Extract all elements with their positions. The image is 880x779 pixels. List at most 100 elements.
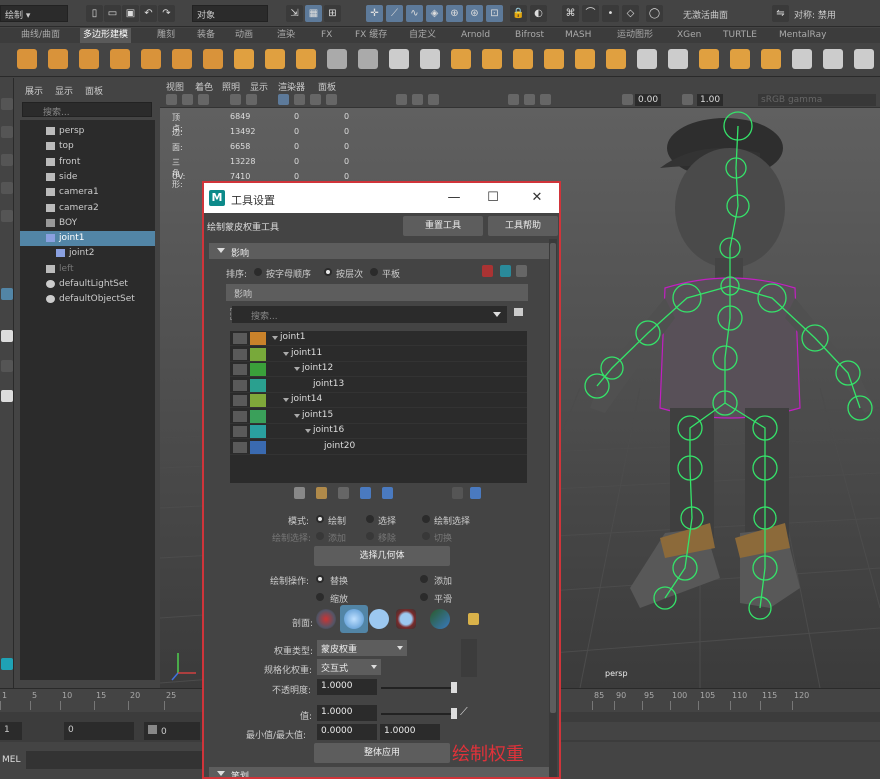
- outliner-menu-display[interactable]: 展示: [25, 84, 43, 97]
- poly-cylinder-icon[interactable]: [79, 49, 99, 69]
- influence-section-header[interactable]: 影响: [209, 243, 549, 259]
- image-plane-icon[interactable]: [230, 94, 241, 105]
- radio-button[interactable]: [316, 575, 324, 583]
- antialias-icon[interactable]: [540, 94, 551, 105]
- snap-view-icon[interactable]: ◇: [622, 5, 639, 22]
- image-brush-icon[interactable]: [430, 609, 450, 629]
- boolean-icon[interactable]: [699, 49, 719, 69]
- cleanup-icon[interactable]: [358, 49, 378, 69]
- min-value-field[interactable]: 0.0000: [317, 724, 377, 740]
- shelf-tab[interactable]: Arnold: [458, 28, 493, 43]
- shelf-tab[interactable]: FX: [318, 28, 335, 43]
- paint-weights-tool-icon[interactable]: [1, 288, 13, 300]
- influence-color-swatch[interactable]: [250, 394, 266, 407]
- lasso-tool-icon[interactable]: [1, 126, 13, 138]
- outliner-item[interactable]: left: [20, 262, 155, 277]
- visibility-eye-icon[interactable]: [233, 348, 247, 360]
- radio-button[interactable]: [316, 515, 324, 523]
- influence-row[interactable]: joint20: [230, 440, 527, 455]
- tree-view-icon[interactable]: [470, 487, 481, 499]
- scrollbar-thumb[interactable]: [550, 243, 556, 713]
- snap-grid-icon[interactable]: ⌘: [562, 5, 579, 22]
- influence-color-swatch[interactable]: [250, 409, 266, 423]
- square-brush-icon[interactable]: [396, 609, 416, 629]
- reset-tool-button[interactable]: 重置工具: [403, 216, 483, 236]
- smooth-shade-icon[interactable]: [294, 94, 305, 105]
- radio-button[interactable]: [324, 268, 332, 276]
- select-deform-icon[interactable]: ⊕: [446, 5, 463, 22]
- outliner-item[interactable]: persp: [20, 124, 155, 139]
- snap-live-icon[interactable]: ◯: [646, 5, 663, 22]
- folder-icon[interactable]: [468, 613, 479, 625]
- live-surface-label[interactable]: 无激活曲面: [683, 8, 728, 21]
- target-weld-icon[interactable]: [823, 49, 843, 69]
- influence-color-swatch[interactable]: [250, 332, 266, 345]
- highlight-icon[interactable]: ◐: [530, 5, 547, 22]
- shelf-tab[interactable]: 雕刻: [154, 28, 178, 43]
- layout-icon[interactable]: [1, 390, 13, 402]
- bevel-icon[interactable]: [513, 49, 533, 69]
- show-influences-icon[interactable]: [382, 487, 393, 499]
- shelf-tab[interactable]: 曲线/曲面: [18, 28, 63, 43]
- move-weights-icon[interactable]: [360, 487, 371, 499]
- expand-arrow-icon[interactable]: [272, 336, 278, 340]
- xray-icon[interactable]: [412, 94, 423, 105]
- influence-row[interactable]: joint13: [230, 378, 527, 393]
- pin-icon[interactable]: [514, 308, 523, 316]
- camera-attributes-icon[interactable]: [182, 94, 193, 105]
- radio-button[interactable]: [366, 532, 374, 540]
- outliner-menu-show[interactable]: 显示: [55, 84, 73, 97]
- visibility-eye-icon[interactable]: [233, 333, 247, 344]
- flood-button[interactable]: 整体应用: [314, 743, 450, 763]
- expand-arrow-icon[interactable]: [283, 351, 289, 356]
- solid-brush-icon[interactable]: [369, 609, 389, 629]
- object-mode-icon[interactable]: ▦: [305, 5, 322, 22]
- select-surface-icon[interactable]: ◈: [426, 5, 443, 22]
- exposure-icon[interactable]: [622, 94, 633, 105]
- copy-weights-icon[interactable]: [294, 487, 305, 499]
- outliner-item[interactable]: defaultLightSet: [20, 277, 155, 292]
- shelf-tab[interactable]: Bifrost: [512, 28, 547, 43]
- four-view-icon[interactable]: [1, 360, 13, 372]
- snap-curve-icon[interactable]: ⌒: [582, 5, 599, 22]
- shelf-tab[interactable]: 自定义: [406, 28, 439, 43]
- eyedropper-icon[interactable]: ⟋: [460, 705, 468, 719]
- value-slider-thumb[interactable]: [451, 708, 457, 719]
- influence-search-input[interactable]: 搜索...: [232, 306, 507, 323]
- weight-hammer-icon[interactable]: [338, 487, 349, 499]
- start-frame-field[interactable]: 1: [0, 722, 22, 740]
- influence-row[interactable]: joint14: [230, 393, 527, 408]
- normalize-dropdown[interactable]: 交互式: [317, 659, 381, 675]
- value-slider[interactable]: [381, 713, 457, 715]
- smooth-icon[interactable]: [482, 49, 502, 69]
- radio-button[interactable]: [316, 593, 324, 601]
- append-icon[interactable]: [606, 49, 626, 69]
- visibility-eye-icon[interactable]: [233, 426, 247, 437]
- influence-row[interactable]: joint16: [230, 424, 527, 439]
- shelf-tab[interactable]: 多边形建模: [80, 28, 132, 43]
- stroke-section-header[interactable]: 笔划: [209, 767, 549, 777]
- influence-row[interactable]: joint12: [230, 362, 527, 377]
- select-tool-icon[interactable]: [1, 98, 13, 110]
- influence-color-icon[interactable]: [482, 265, 493, 277]
- influence-color-swatch[interactable]: [250, 440, 266, 454]
- visibility-eye-icon[interactable]: [233, 410, 247, 422]
- lights-icon[interactable]: [326, 94, 337, 105]
- outliner-item[interactable]: front: [20, 155, 155, 170]
- rotate-tool-icon[interactable]: [1, 210, 13, 222]
- shelf-tab[interactable]: FX 缓存: [352, 28, 390, 43]
- visibility-eye-icon[interactable]: [233, 441, 247, 453]
- maximize-icon[interactable]: ☐: [484, 189, 502, 207]
- soft-brush-icon[interactable]: [344, 609, 364, 629]
- shelf-tab[interactable]: 运动图形: [614, 28, 656, 43]
- radio-button[interactable]: [420, 575, 428, 583]
- select-camera-icon[interactable]: [166, 94, 177, 105]
- multicut-icon[interactable]: [792, 49, 812, 69]
- influence-color-swatch[interactable]: [250, 425, 266, 438]
- radio-button[interactable]: [420, 593, 428, 601]
- expand-arrow-icon[interactable]: [294, 413, 300, 418]
- grid-toggle-icon[interactable]: [246, 94, 257, 105]
- influence-row[interactable]: joint1: [230, 331, 527, 346]
- single-view-icon[interactable]: [1, 330, 13, 342]
- wireframe-icon[interactable]: [278, 94, 289, 105]
